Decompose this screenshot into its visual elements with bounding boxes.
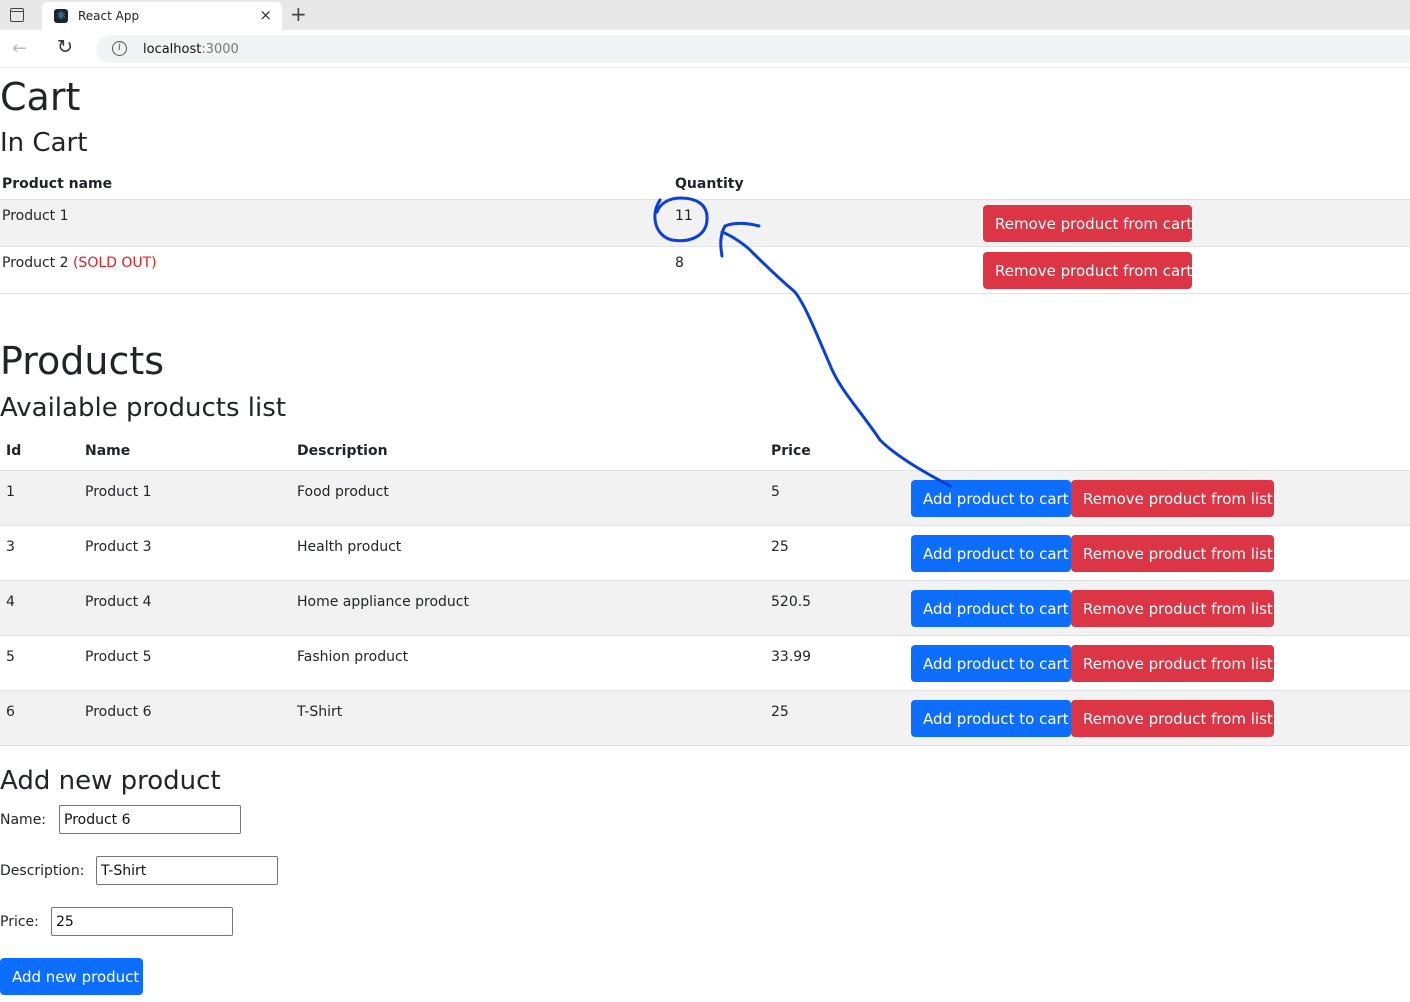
header-name: Name bbox=[85, 443, 131, 459]
cart-title: Cart bbox=[0, 75, 81, 119]
browser-tab-strip: ⚛ React App × + bbox=[0, 0, 1410, 30]
remove-from-list-button[interactable]: Remove product from list bbox=[1071, 535, 1274, 572]
product-price: 25 bbox=[771, 539, 789, 555]
header-id: Id bbox=[6, 443, 22, 459]
cart-quantity: 11 bbox=[675, 208, 693, 224]
product-description: T-Shirt bbox=[297, 704, 343, 720]
name-input[interactable] bbox=[59, 805, 241, 834]
sold-out-label: (SOLD OUT) bbox=[72, 255, 157, 271]
products-subtitle: Available products list bbox=[0, 393, 286, 423]
react-favicon-icon: ⚛ bbox=[54, 9, 68, 23]
product-row: 5 Product 5 Fashion product 33.99 Add produc… bbox=[0, 636, 1410, 691]
product-id: 4 bbox=[6, 594, 15, 610]
site-info-icon[interactable]: i bbox=[112, 41, 127, 56]
product-name: Product 1 bbox=[85, 484, 152, 500]
product-id: 3 bbox=[6, 539, 15, 555]
products-table-header: Id Name Description Price bbox=[0, 436, 1410, 471]
product-description: Food product bbox=[297, 484, 389, 500]
add-to-cart-button[interactable]: Add product to cart bbox=[911, 645, 1071, 682]
product-name: Product 3 bbox=[85, 539, 152, 555]
product-price: 25 bbox=[771, 704, 789, 720]
cart-quantity: 8 bbox=[675, 255, 684, 271]
price-label: Price: bbox=[0, 914, 39, 930]
browser-toolbar: ← ↻ i localhost:3000 bbox=[0, 30, 1410, 68]
browser-tab[interactable]: ⚛ React App × bbox=[42, 2, 282, 30]
cart-row: Product 2 (SOLD OUT) 8 Remove product fr… bbox=[0, 247, 1410, 294]
remove-from-cart-button[interactable]: Remove product from cart bbox=[983, 205, 1192, 242]
remove-from-list-button[interactable]: Remove product from list bbox=[1071, 700, 1274, 737]
product-id: 6 bbox=[6, 704, 15, 720]
url-port: :3000 bbox=[201, 42, 239, 57]
reload-icon[interactable]: ↻ bbox=[57, 36, 73, 58]
window-menu-icon[interactable] bbox=[10, 8, 24, 22]
product-name: Product 6 bbox=[85, 704, 152, 720]
cart-subtitle: In Cart bbox=[0, 128, 88, 158]
header-description: Description bbox=[297, 443, 388, 459]
product-price: 520.5 bbox=[771, 594, 812, 610]
add-to-cart-button[interactable]: Add product to cart bbox=[911, 700, 1071, 737]
remove-from-list-button[interactable]: Remove product from list bbox=[1071, 645, 1274, 682]
name-label: Name: bbox=[0, 812, 47, 828]
header-price: Price bbox=[771, 443, 811, 459]
add-to-cart-button[interactable]: Add product to cart bbox=[911, 590, 1071, 627]
products-title: Products bbox=[0, 339, 165, 383]
cart-header-name: Product name bbox=[2, 176, 113, 192]
product-row: 6 Product 6 T-Shirt 25 Add product to cart Re… bbox=[0, 691, 1410, 746]
price-input[interactable] bbox=[51, 907, 233, 936]
cart-row: Product 1 11 Remove product from cart bbox=[0, 200, 1410, 247]
product-price: 5 bbox=[771, 484, 780, 500]
remove-from-list-button[interactable]: Remove product from list bbox=[1071, 590, 1274, 627]
product-id: 1 bbox=[6, 484, 15, 500]
product-description: Health product bbox=[297, 539, 402, 555]
product-name: Product 4 bbox=[85, 594, 152, 610]
product-row: 3 Product 3 Health product 25 Add product to… bbox=[0, 526, 1410, 581]
url-host: localhost bbox=[143, 42, 202, 57]
add-new-product-button[interactable]: Add new product bbox=[0, 958, 143, 995]
add-to-cart-button[interactable]: Add product to cart bbox=[911, 480, 1071, 517]
add-to-cart-button[interactable]: Add product to cart bbox=[911, 535, 1071, 572]
product-row: 1 Product 1 Food product 5 Add product to ca… bbox=[0, 471, 1410, 526]
tab-close-icon[interactable]: × bbox=[259, 6, 272, 24]
product-description: Home appliance product bbox=[297, 594, 469, 610]
cart-header-quantity: Quantity bbox=[675, 176, 744, 192]
product-id: 5 bbox=[6, 649, 15, 665]
new-tab-icon[interactable]: + bbox=[290, 2, 307, 26]
add-product-title: Add new product bbox=[0, 766, 221, 796]
product-name: Product 5 bbox=[85, 649, 152, 665]
cart-product-name: Product 2 (SOLD OUT) bbox=[2, 255, 157, 271]
remove-from-list-button[interactable]: Remove product from list bbox=[1071, 480, 1274, 517]
description-label: Description: bbox=[0, 863, 85, 879]
tab-title: React App bbox=[78, 9, 140, 23]
product-price: 33.99 bbox=[771, 649, 812, 665]
cart-product-name: Product 1 bbox=[2, 208, 69, 224]
remove-from-cart-button[interactable]: Remove product from cart bbox=[983, 252, 1192, 289]
url-text[interactable]: localhost:3000 bbox=[143, 42, 239, 57]
address-bar[interactable]: i localhost:3000 bbox=[96, 35, 1410, 63]
back-icon[interactable]: ← bbox=[12, 38, 27, 59]
product-row: 4 Product 4 Home appliance product 520.5 Add… bbox=[0, 581, 1410, 636]
product-description: Fashion product bbox=[297, 649, 409, 665]
cart-table-header: Product name Quantity bbox=[0, 168, 1410, 200]
description-input[interactable] bbox=[96, 856, 278, 885]
